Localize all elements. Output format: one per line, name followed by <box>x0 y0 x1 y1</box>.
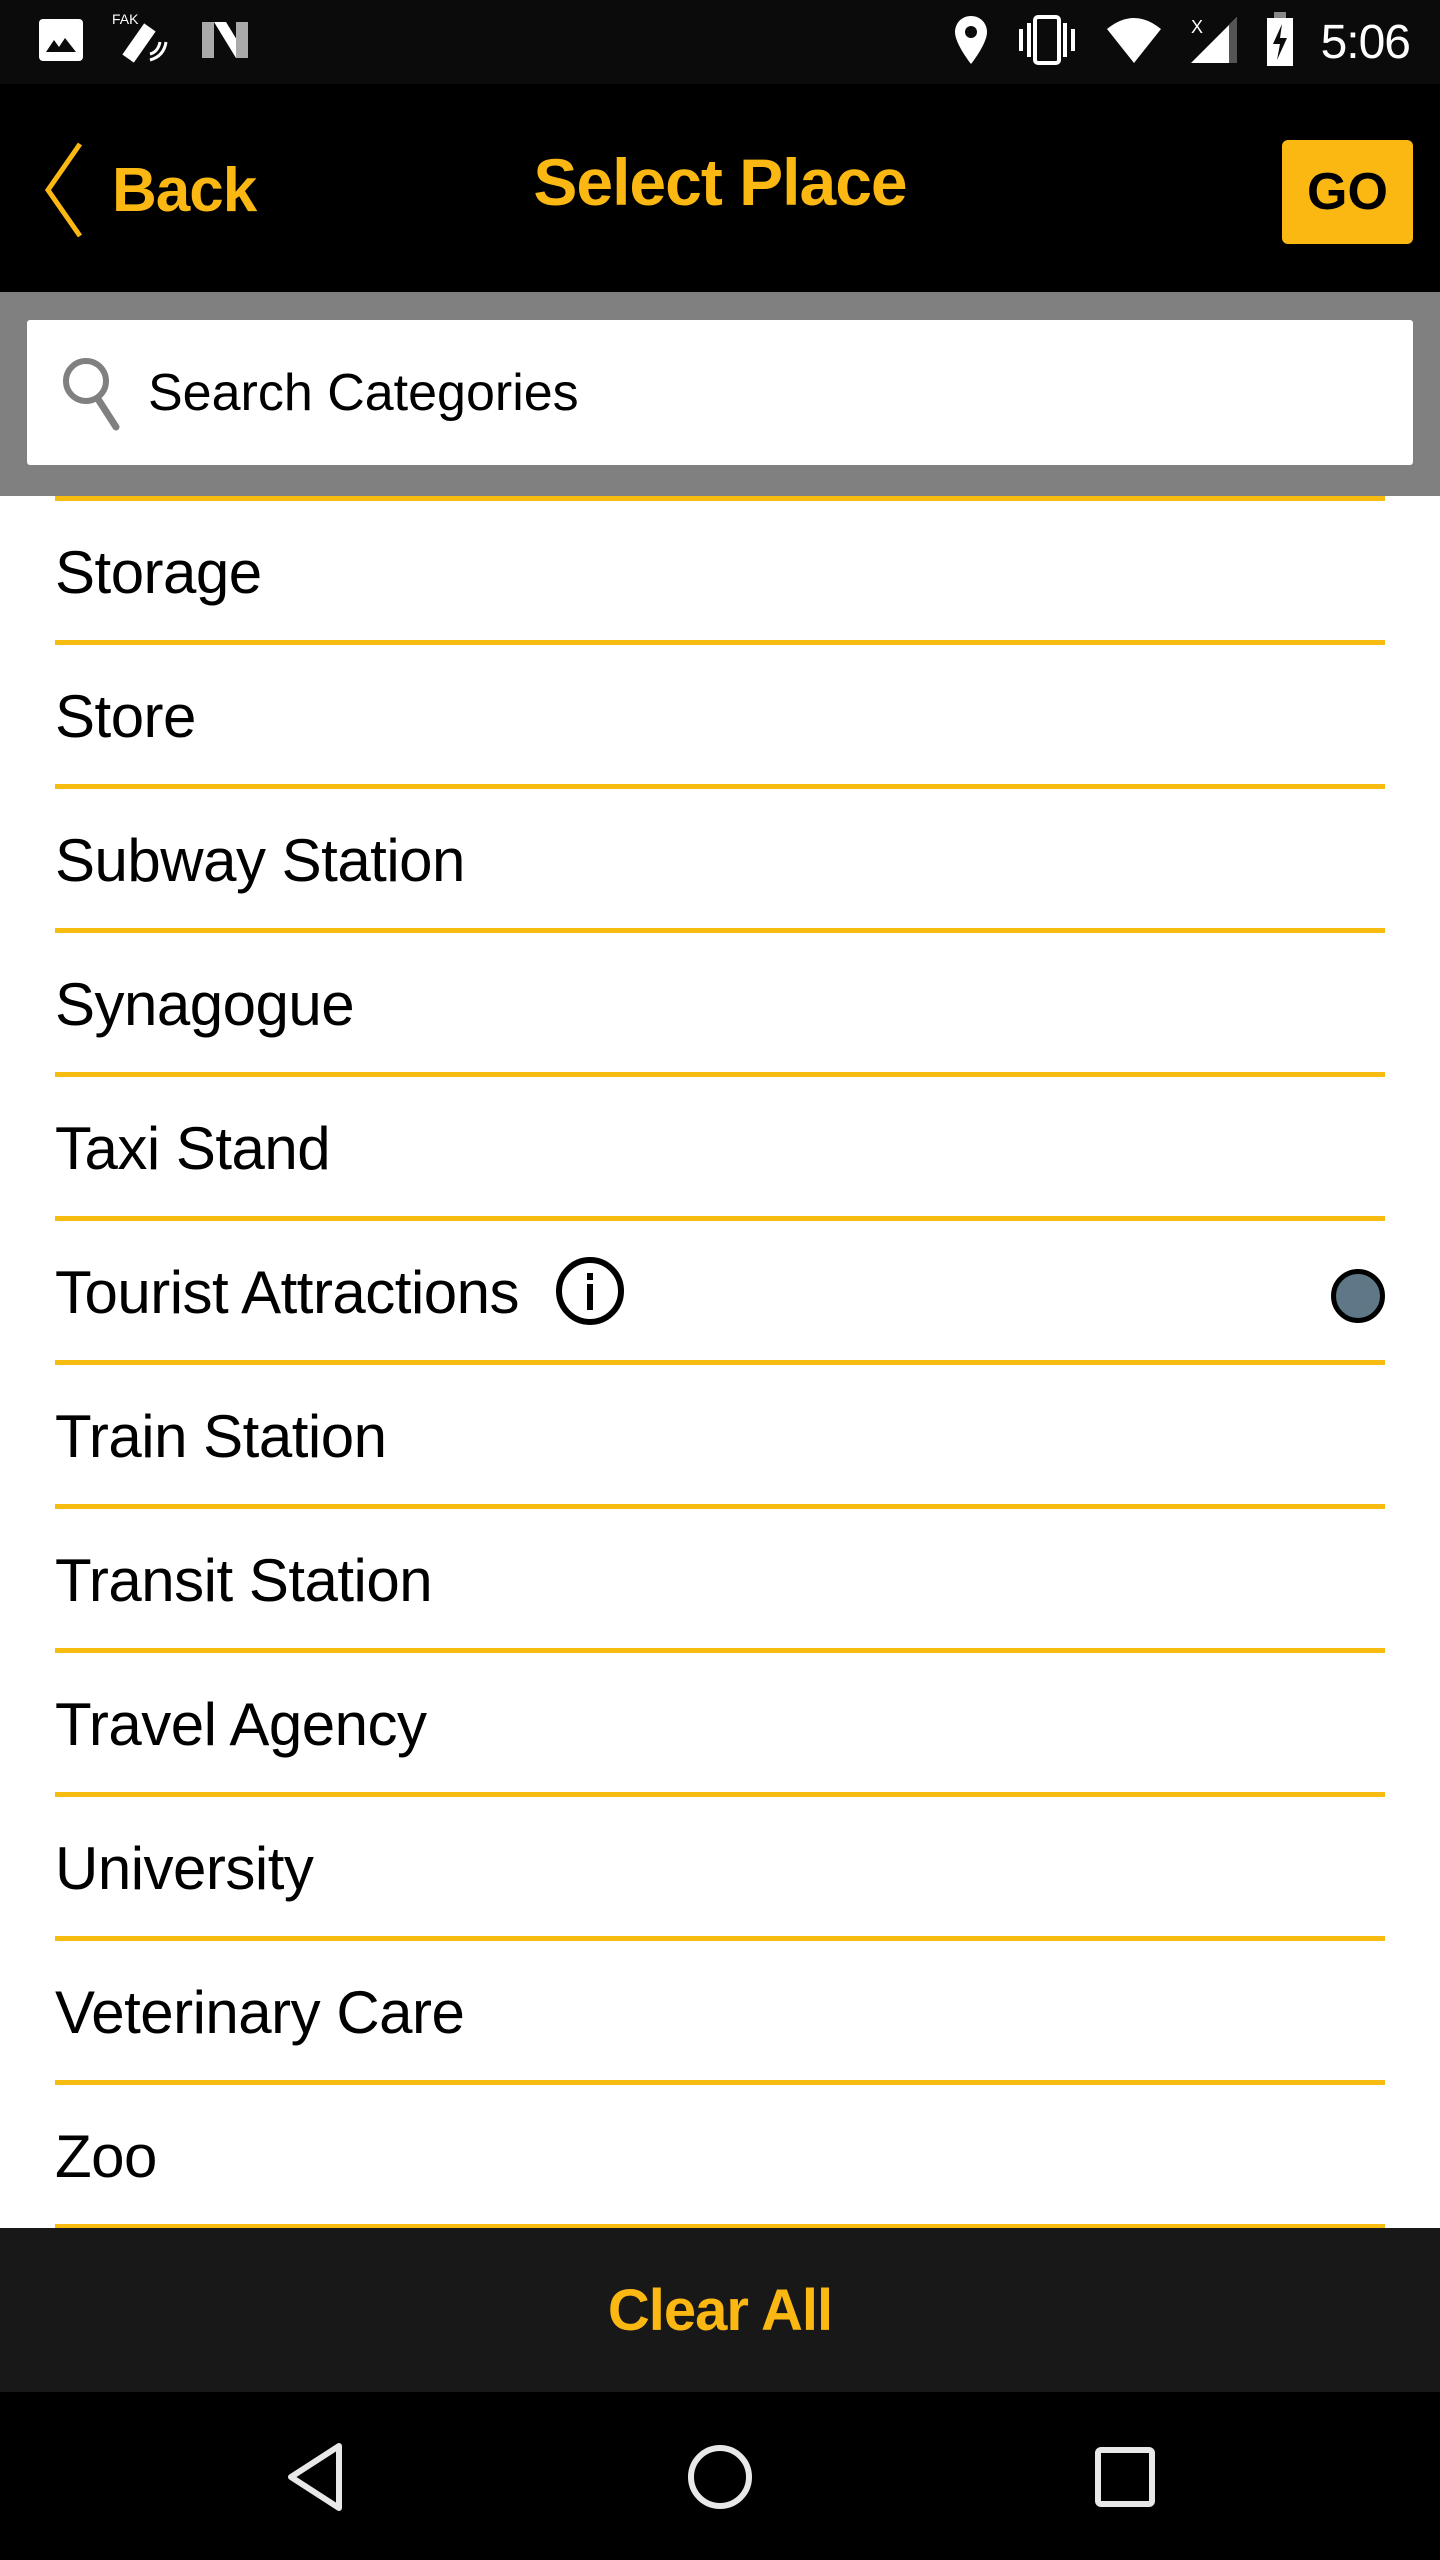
list-item[interactable]: Tourist Attractions <box>55 1221 1385 1365</box>
location-pin-icon <box>953 14 989 71</box>
category-list[interactable]: Storage Store Subway Station Synagogue Taxi … <box>0 496 1440 2228</box>
search-box[interactable] <box>27 320 1413 465</box>
category-label: Storage <box>55 539 262 606</box>
list-item[interactable]: Store <box>55 645 1385 789</box>
category-label: Subway Station <box>55 827 465 894</box>
status-bar-right: X 5:06 <box>953 11 1411 73</box>
category-label: Travel Agency <box>55 1691 427 1758</box>
vibrate-icon <box>1015 14 1079 70</box>
category-label: University <box>55 1835 314 1902</box>
info-icon[interactable] <box>555 1256 625 1326</box>
svg-text:FAK: FAK <box>112 11 139 27</box>
nav-recents-icon <box>1095 2447 1155 2507</box>
list-item[interactable]: Taxi Stand <box>55 1077 1385 1221</box>
list-item[interactable]: Subway Station <box>55 789 1385 933</box>
clear-all-label: Clear All <box>607 2277 833 2343</box>
status-bar-left: FAK <box>38 11 252 68</box>
category-label: Taxi Stand <box>55 1115 331 1182</box>
back-button[interactable]: Back <box>44 140 257 240</box>
category-label: Veterinary Care <box>55 1979 465 2046</box>
image-notification-icon <box>38 18 84 67</box>
status-time: 5:06 <box>1320 15 1411 69</box>
search-panel <box>0 292 1440 496</box>
list-item[interactable]: Veterinary Care <box>55 1941 1385 2085</box>
nav-recents-button[interactable] <box>1080 2432 1170 2522</box>
fake-gps-satellite-icon: FAK <box>110 10 174 75</box>
nav-home-button[interactable] <box>675 2432 765 2522</box>
list-item[interactable]: Transit Station <box>55 1509 1385 1653</box>
app-header: Back Select Place GO <box>0 84 1440 292</box>
battery-charging-icon <box>1265 11 1295 73</box>
svg-text:X: X <box>1191 17 1203 37</box>
clear-all-button[interactable]: Clear All <box>0 2228 1440 2392</box>
selected-indicator <box>1331 1269 1385 1323</box>
category-label: Transit Station <box>55 1547 433 1614</box>
system-nav-bar <box>0 2392 1440 2560</box>
chevron-left-icon <box>44 142 83 238</box>
nav-home-icon <box>688 2445 752 2509</box>
category-label: Tourist Attractions <box>55 1259 520 1326</box>
back-label: Back <box>112 155 257 225</box>
wifi-icon <box>1105 15 1163 70</box>
nav-back-icon <box>288 2443 342 2511</box>
category-label: Synagogue <box>55 971 355 1038</box>
status-bar: FAK X 5:06 <box>0 0 1440 84</box>
list-item[interactable]: Zoo <box>55 2085 1385 2228</box>
nav-back-button[interactable] <box>270 2432 360 2522</box>
search-icon <box>63 357 120 430</box>
category-label: Zoo <box>55 2123 157 2190</box>
list-item[interactable]: University <box>55 1797 1385 1941</box>
list-item[interactable]: Storage <box>55 501 1385 645</box>
go-button[interactable]: GO <box>1282 140 1413 244</box>
n-app-icon <box>200 18 252 67</box>
category-label: Store <box>55 683 196 750</box>
search-input[interactable] <box>148 342 1348 443</box>
list-item[interactable]: Train Station <box>55 1365 1385 1509</box>
cell-signal-no-data-icon: X <box>1189 15 1239 70</box>
list-item[interactable]: Synagogue <box>55 933 1385 1077</box>
list-item[interactable]: Travel Agency <box>55 1653 1385 1797</box>
category-label: Train Station <box>55 1403 387 1470</box>
